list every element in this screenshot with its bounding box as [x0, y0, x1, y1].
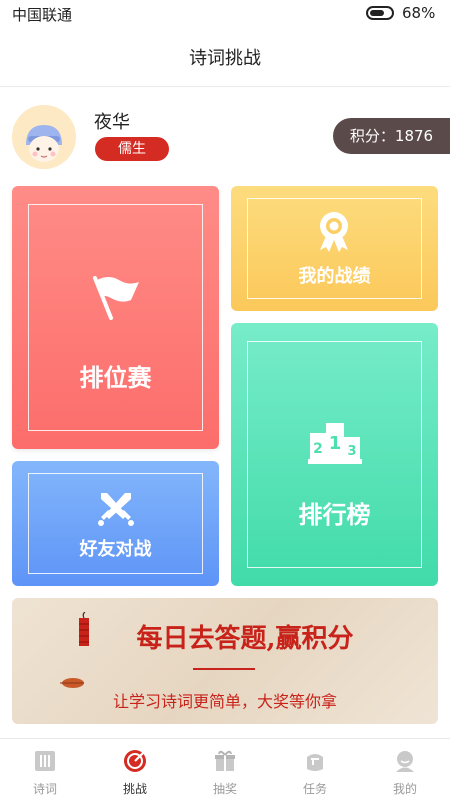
- tab-label: 我的: [392, 782, 417, 796]
- rank-badge: 儒生: [95, 137, 169, 161]
- tab-label: 抽奖: [212, 782, 237, 796]
- flag-icon: [93, 276, 139, 320]
- battery-icon: [366, 6, 394, 20]
- crossed-swords-icon: [98, 493, 134, 526]
- scroll-icon: [35, 751, 55, 771]
- tab-challenge[interactable]: 挑战: [90, 739, 180, 801]
- bag-icon: [307, 754, 323, 771]
- podium-icon: 1 2 3: [308, 423, 362, 464]
- username: 夜华: [94, 112, 130, 133]
- my-record-label: 我的战绩: [298, 266, 371, 287]
- my-record-card[interactable]: 我的战绩: [231, 186, 438, 311]
- battery-percent: 68%: [402, 4, 436, 22]
- banner-subtitle: 让学习诗词更简单，大奖等你拿: [112, 692, 337, 711]
- banner-title: 每日去答题,赢积分: [136, 624, 354, 654]
- daily-quiz-banner[interactable]: 每日去答题,赢积分 让学习诗词更简单，大奖等你拿: [12, 598, 438, 724]
- svg-text:2: 2: [313, 441, 323, 457]
- svg-text:3: 3: [347, 444, 356, 459]
- nav-bar: 诗词挑战: [0, 26, 450, 87]
- page-title: 诗词挑战: [189, 48, 261, 69]
- carrier-name: 中国联通: [12, 6, 73, 24]
- friend-battle-label: 好友对战: [79, 539, 152, 560]
- tab-label: 挑战: [122, 782, 147, 796]
- ranked-match-label: 排位赛: [79, 363, 152, 392]
- tab-poems[interactable]: 诗词: [0, 739, 90, 801]
- medal-icon: [320, 212, 348, 252]
- target-icon: [124, 750, 146, 772]
- status-bar: 中国联通 68%: [0, 0, 450, 26]
- leaderboard-card[interactable]: 1 2 3 排行榜: [231, 323, 438, 586]
- gift-icon: [215, 750, 235, 771]
- ranked-match-card[interactable]: 排位赛: [12, 186, 219, 449]
- points-badge[interactable]: 积分：1876: [333, 118, 450, 154]
- tab-lottery[interactable]: 抽奖: [180, 739, 270, 801]
- bottom-tab-bar: 诗词 挑战 抽奖 任务 我的: [0, 738, 450, 801]
- tab-label: 任务: [302, 782, 327, 796]
- tab-me[interactable]: 我的: [360, 739, 450, 801]
- tab-label: 诗词: [32, 782, 57, 796]
- avatar-illustration-icon: [12, 105, 76, 169]
- leaderboard-label: 排行榜: [298, 500, 371, 529]
- tab-tasks[interactable]: 任务: [270, 739, 360, 801]
- user-icon: [396, 751, 414, 772]
- avatar[interactable]: [12, 105, 76, 169]
- banner-divider: [193, 668, 255, 670]
- svg-text:1: 1: [329, 433, 342, 454]
- friend-battle-card[interactable]: 好友对战: [12, 461, 219, 586]
